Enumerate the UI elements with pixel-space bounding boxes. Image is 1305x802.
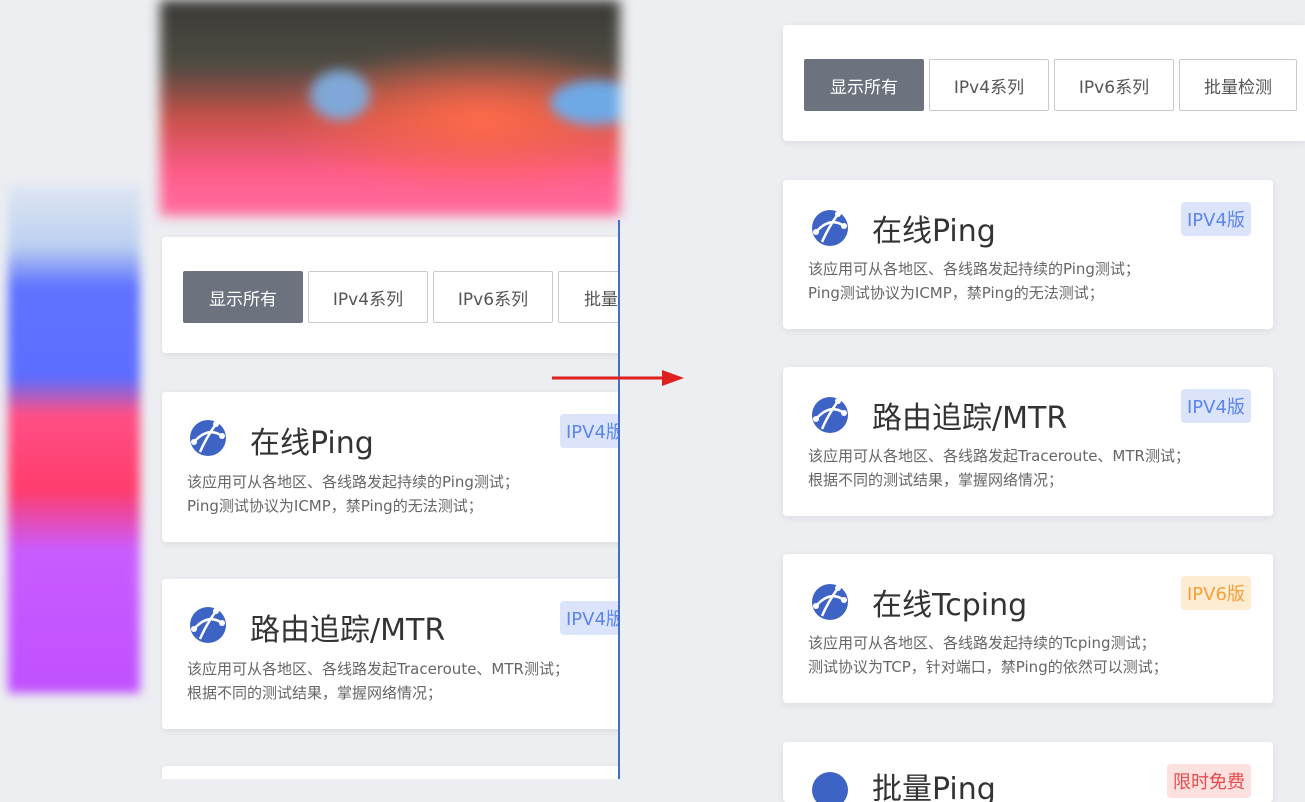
- blurred-banner-image: [160, 0, 620, 216]
- card-desc-line1: 该应用可从各地区、各线路发起持续的Ping测试；: [808, 260, 1140, 278]
- card-title: 在线Ping: [250, 426, 374, 461]
- card-desc-line1: 该应用可从各地区、各线路发起持续的Tcping测试；: [808, 634, 1156, 652]
- globe-network-icon: [812, 772, 848, 802]
- pane-divider: [618, 220, 620, 779]
- globe-network-icon: [190, 420, 226, 456]
- card-desc-line2: 根据不同的测试结果，掌握网络情况；: [808, 471, 1064, 489]
- filter-batch-button[interactable]: 批量检测: [1179, 59, 1297, 111]
- tool-card-ping[interactable]: 在线Ping IPV4版 该应用可从各地区、各线路发起持续的Ping测试； Pi…: [783, 180, 1273, 329]
- left-preview-pane: 显示所有 IPv4系列 IPv6系列 批量 在线Ping IPV4版 该应用可从…: [160, 216, 618, 779]
- version-badge: IPV4版: [1181, 202, 1251, 236]
- card-title: 在线Ping: [872, 214, 996, 249]
- blurred-sidebar-image: [8, 185, 140, 693]
- filter-ipv4-button[interactable]: IPv4系列: [929, 59, 1049, 111]
- filter-bar: 显示所有 IPv4系列 IPv6系列 批量: [162, 237, 618, 353]
- card-title: 在线Tcping: [872, 588, 1028, 623]
- tool-card-mtr[interactable]: 路由追踪/MTR IPV4版 该应用可从各地区、各线路发起Traceroute、…: [162, 579, 618, 729]
- free-badge: 限时免费: [1167, 764, 1251, 798]
- tool-card-partial[interactable]: [162, 766, 618, 779]
- tool-card-mtr[interactable]: 路由追踪/MTR IPV4版 该应用可从各地区、各线路发起Traceroute、…: [783, 367, 1273, 516]
- card-desc-line2: Ping测试协议为ICMP，禁Ping的无法测试；: [187, 497, 483, 515]
- version-badge: IPV4版: [560, 601, 618, 635]
- card-title: 批量Ping: [872, 772, 996, 802]
- filter-ipv6-button[interactable]: IPv6系列: [1054, 59, 1174, 111]
- card-desc-line1: 该应用可从各地区、各线路发起Traceroute、MTR测试；: [808, 447, 1190, 465]
- tool-card-batch-ping[interactable]: 批量Ping 限时免费: [783, 742, 1273, 802]
- globe-network-icon: [190, 607, 226, 643]
- globe-network-icon: [812, 397, 848, 433]
- filter-bar: 显示所有 IPv4系列 IPv6系列 批量检测: [783, 25, 1305, 141]
- filter-ipv6-button[interactable]: IPv6系列: [433, 271, 553, 323]
- version-badge: IPV6版: [1181, 576, 1251, 610]
- tool-card-tcping[interactable]: 在线Tcping IPV6版 该应用可从各地区、各线路发起持续的Tcping测试…: [783, 554, 1273, 703]
- filter-all-button[interactable]: 显示所有: [183, 271, 303, 323]
- version-badge: IPV4版: [560, 414, 618, 448]
- card-desc-line1: 该应用可从各地区、各线路发起持续的Ping测试；: [187, 473, 519, 491]
- tool-card-ping[interactable]: 在线Ping IPV4版 该应用可从各地区、各线路发起持续的Ping测试； Pi…: [162, 392, 618, 542]
- card-desc-line2: 根据不同的测试结果，掌握网络情况；: [187, 684, 443, 702]
- card-title: 路由追踪/MTR: [250, 613, 446, 648]
- card-desc-line1: 该应用可从各地区、各线路发起Traceroute、MTR测试；: [187, 660, 569, 678]
- version-badge: IPV4版: [1181, 389, 1251, 423]
- card-title: 路由追踪/MTR: [872, 401, 1068, 436]
- filter-all-button[interactable]: 显示所有: [804, 59, 924, 111]
- filter-batch-button[interactable]: 批量: [558, 271, 618, 323]
- globe-network-icon: [812, 210, 848, 246]
- globe-network-icon: [812, 584, 848, 620]
- filter-ipv4-button[interactable]: IPv4系列: [308, 271, 428, 323]
- red-arrow-icon: [552, 370, 684, 386]
- card-desc-line2: Ping测试协议为ICMP，禁Ping的无法测试；: [808, 284, 1104, 302]
- card-desc-line2: 测试协议为TCP，针对端口，禁Ping的依然可以测试；: [808, 658, 1168, 676]
